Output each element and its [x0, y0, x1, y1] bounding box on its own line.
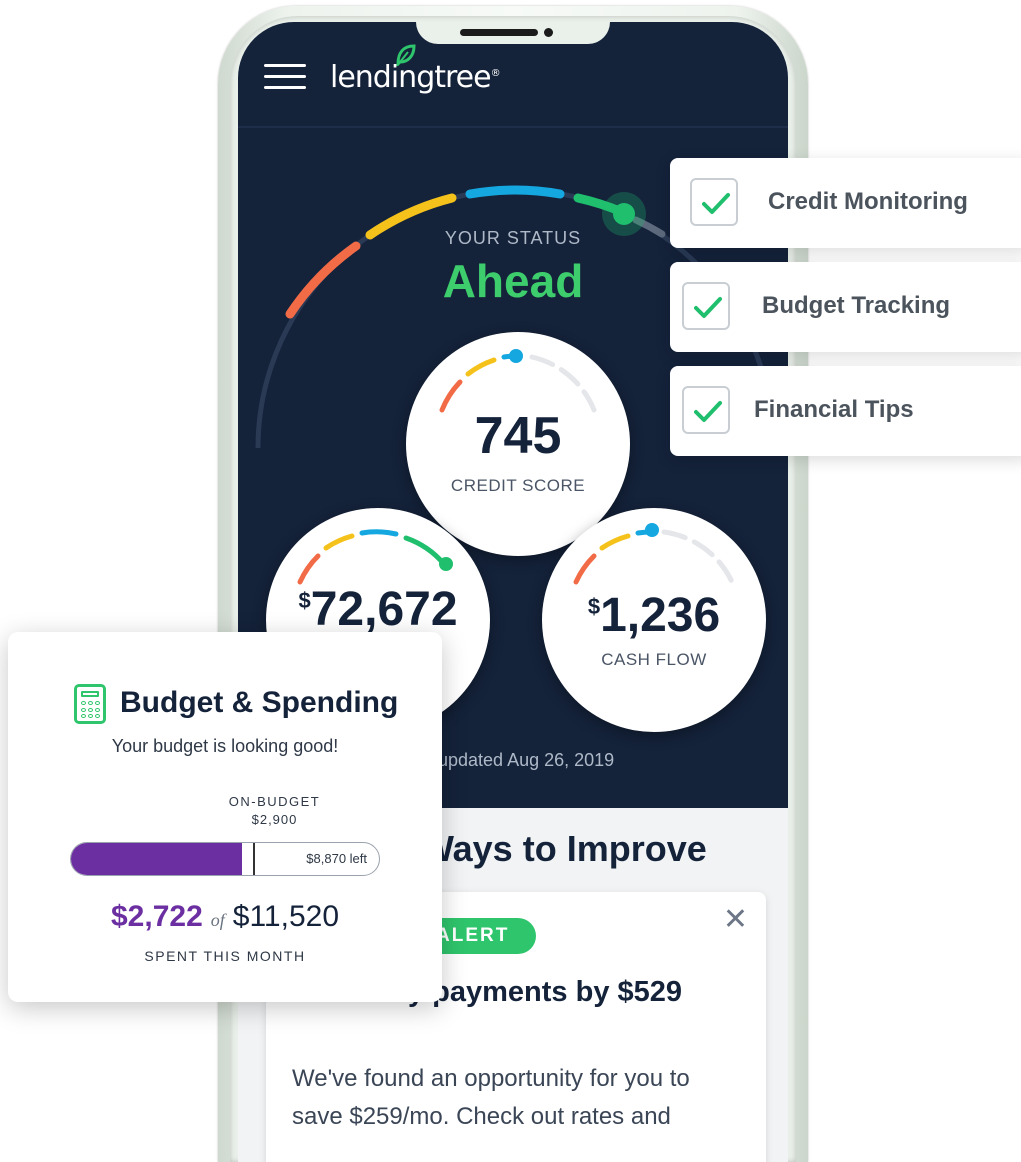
- net-worth-value: $72,672: [266, 582, 490, 637]
- cash-flow-amount: 1,236: [600, 589, 721, 642]
- budget-left-text: $8,870 left: [306, 851, 367, 866]
- feature-label: Financial Tips: [754, 396, 914, 423]
- checkbox[interactable]: [682, 386, 730, 434]
- credit-score-caption: CREDIT SCORE: [450, 476, 586, 495]
- spent-caption: SPENT THIS MONTH: [144, 948, 306, 964]
- on-budget-label: ON-BUDGET: [228, 794, 321, 809]
- budget-subtitle: Your budget is looking good!: [111, 736, 339, 756]
- on-budget-marker: [253, 843, 256, 875]
- cash-flow-value: $1,236: [542, 588, 766, 643]
- logo-trademark: ®: [490, 68, 501, 79]
- check-icon: [694, 297, 722, 318]
- feature-label: Budget Tracking: [762, 292, 951, 319]
- cash-flow-currency: $: [587, 594, 601, 619]
- credit-score-value: 745: [474, 407, 562, 465]
- app-logo[interactable]: lendingtree®: [330, 60, 501, 95]
- calculator-icon: [74, 684, 106, 724]
- improve-section-title: Ways to Improve: [420, 828, 707, 869]
- budget-total: $11,520: [232, 900, 339, 933]
- spent-of: of: [210, 910, 225, 930]
- checkbox[interactable]: [682, 282, 730, 330]
- speaker-grille: [460, 29, 538, 36]
- budget-title: Budget & Spending: [120, 686, 399, 719]
- cash-flow-caption: CASH FLOW: [601, 650, 707, 669]
- on-budget-amount: $2,900: [251, 812, 298, 827]
- logo-text: lendingtree: [330, 60, 492, 95]
- phone-notch: [416, 22, 610, 44]
- updated-timestamp: updated Aug 26, 2019: [438, 750, 615, 770]
- spent-amount: $2,722: [111, 900, 203, 933]
- spent-line: $2,722 of $11,520: [8, 900, 442, 934]
- budget-card[interactable]: Budget & Spending Your budget is looking…: [8, 632, 442, 1002]
- alert-body: We've found an opportunity for you to sa…: [292, 1065, 690, 1130]
- cash-flow-card[interactable]: $1,236 CASH FLOW: [542, 508, 766, 732]
- check-icon: [702, 193, 730, 214]
- check-icon: [694, 401, 722, 422]
- gauge-knob: [613, 203, 635, 225]
- gauge-seg-blue: [465, 185, 565, 199]
- net-worth-amount: 72,672: [310, 583, 458, 636]
- checkbox[interactable]: [690, 178, 738, 226]
- budget-progress-bar: $8,870 left: [70, 842, 380, 876]
- feature-credit-monitoring: Credit Monitoring: [670, 158, 1021, 248]
- budget-progress-fill: [71, 843, 242, 875]
- net-worth-currency: $: [298, 588, 311, 613]
- feature-label: Credit Monitoring: [768, 188, 968, 215]
- front-camera: [544, 28, 553, 37]
- close-icon[interactable]: ✕: [723, 902, 748, 937]
- feature-financial-tips: Financial Tips: [670, 366, 1021, 456]
- hamburger-icon[interactable]: [264, 64, 306, 90]
- feature-budget-tracking: Budget Tracking: [670, 262, 1021, 352]
